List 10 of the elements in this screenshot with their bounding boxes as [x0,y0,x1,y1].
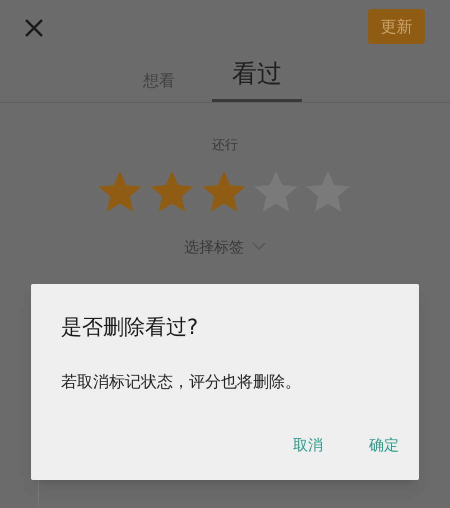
filled-star-icon[interactable] [149,170,195,214]
close-icon[interactable] [24,18,44,38]
dialog-message: 若取消标记状态，评分也将删除。 [61,370,302,392]
confirm-button[interactable]: 确定 [357,430,411,460]
update-button[interactable]: 更新 [368,9,425,44]
dialog-title: 是否删除看过? [61,314,200,341]
cancel-button[interactable]: 取消 [281,430,335,460]
filled-star-icon[interactable] [201,170,247,214]
tab[interactable]: 看过 [212,55,302,102]
filled-star-icon[interactable] [97,170,143,214]
